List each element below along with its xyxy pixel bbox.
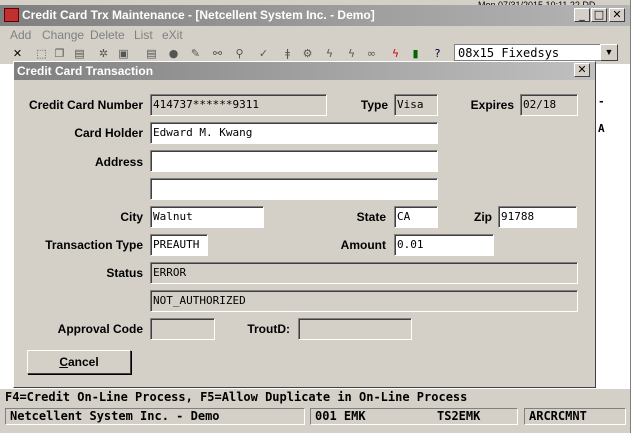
label-expires: Expires xyxy=(470,98,514,112)
user-icon[interactable]: ● xyxy=(166,46,181,61)
label-trout-id: TroutD: xyxy=(247,322,290,336)
binoculars-icon[interactable]: ⚯ xyxy=(210,46,225,61)
city-field[interactable]: Walnut xyxy=(150,206,264,228)
menu-list[interactable]: List xyxy=(134,28,153,42)
card-number-field[interactable]: 414737******9311 xyxy=(150,94,327,116)
label-city: City xyxy=(120,210,143,224)
trout-id-field[interactable] xyxy=(298,318,412,340)
copy-icon[interactable]: ❐ xyxy=(52,46,67,61)
select-icon[interactable]: ⬚ xyxy=(34,46,49,61)
window-title: Credit Card Trx Maintenance - [Netcellen… xyxy=(22,8,375,22)
label-transaction-type: Transaction Type xyxy=(45,238,143,252)
label-approval-code: Approval Code xyxy=(57,322,143,336)
approval-code-field[interactable] xyxy=(150,318,215,340)
dialog-titlebar[interactable]: Credit Card Transaction xyxy=(14,62,595,80)
cancel-mnemonic: C xyxy=(59,355,68,369)
background-text-2: A xyxy=(598,122,605,135)
minimize-icon[interactable]: _ xyxy=(574,8,590,22)
address-line1-field[interactable] xyxy=(150,150,438,172)
chevron-down-icon[interactable]: ▼ xyxy=(600,44,618,61)
address-line2-field[interactable] xyxy=(150,178,438,200)
paste-icon[interactable]: ▤ xyxy=(72,46,87,61)
state-field[interactable]: CA xyxy=(394,206,438,228)
amount-field[interactable]: 0.01 xyxy=(394,234,494,256)
status-user-id: 001 EMK xyxy=(315,409,366,423)
run-icon[interactable]: ✓ xyxy=(256,46,271,61)
gear-icon[interactable]: ⚙ xyxy=(300,46,315,61)
dialog-close-icon[interactable]: ✕ xyxy=(574,63,590,77)
pencil-icon[interactable]: ✎ xyxy=(188,46,203,61)
function-key-hint: F4=Credit On-Line Process, F5=Allow Dupl… xyxy=(0,389,630,405)
book-icon[interactable]: ▮ xyxy=(408,46,423,61)
label-card-holder: Card Holder xyxy=(74,126,143,140)
label-address: Address xyxy=(94,155,143,169)
label-state: State xyxy=(356,210,386,224)
card-holder-field[interactable]: Edward M. Kwang xyxy=(150,122,438,144)
label-type: Type xyxy=(360,98,388,112)
cut-icon[interactable]: ✕ xyxy=(10,46,25,61)
help-icon[interactable]: ? xyxy=(430,46,445,61)
stop-icon[interactable]: ϟ xyxy=(388,46,403,61)
status-company: Netcellent System Inc. - Demo xyxy=(5,408,305,425)
status-terminal: TS2EMK xyxy=(437,409,481,423)
font-select[interactable]: 08x15 Fixedsys xyxy=(454,44,606,61)
close-icon[interactable]: ✕ xyxy=(609,8,625,22)
card-type-field[interactable]: Visa xyxy=(394,94,438,116)
status-program: ARCRCMNT xyxy=(524,408,626,425)
status-user: 001 EMK TS2EMK xyxy=(310,408,518,425)
label-card-number: Credit Card Number xyxy=(28,98,143,112)
document-icon[interactable]: ▤ xyxy=(144,46,159,61)
magnifier-icon[interactable]: ⚲ xyxy=(232,46,247,61)
window-titlebar[interactable]: Credit Card Trx Maintenance - [Netcellen… xyxy=(0,5,630,26)
menu-delete[interactable]: Delete xyxy=(90,28,125,42)
flash-icon[interactable]: ϟ xyxy=(344,46,359,61)
calculator-icon[interactable]: ǂ xyxy=(280,46,295,61)
status-bar: Netcellent System Inc. - Demo 001 EMK TS… xyxy=(0,405,630,427)
settings-icon[interactable]: ✲ xyxy=(96,46,111,61)
link-icon[interactable]: ∞ xyxy=(364,46,379,61)
expires-field[interactable]: 02/18 xyxy=(520,94,578,116)
label-zip: Zip xyxy=(474,210,492,224)
window-icon[interactable]: ▣ xyxy=(116,46,131,61)
status-line2-field: NOT_AUTHORIZED xyxy=(150,290,578,312)
dialog-title: Credit Card Transaction xyxy=(17,64,154,78)
menu-add[interactable]: Add xyxy=(10,28,31,42)
menu-change[interactable]: Change xyxy=(42,28,84,42)
menu-exit[interactable]: eXit xyxy=(162,28,183,42)
lightning-icon[interactable]: ϟ xyxy=(322,46,337,61)
background-text-1: - xyxy=(598,95,605,108)
label-amount: Amount xyxy=(340,238,386,252)
app-icon xyxy=(4,8,19,22)
menubar: Add Change Delete List eXit xyxy=(0,26,630,43)
transaction-type-field[interactable]: PREAUTH xyxy=(150,234,208,256)
cancel-label: ancel xyxy=(67,355,99,369)
maximize-icon[interactable]: □ xyxy=(591,8,607,22)
desktop-edge xyxy=(630,0,642,433)
cancel-button[interactable]: Cancel xyxy=(27,350,131,374)
status-line1-field: ERROR xyxy=(150,262,578,284)
label-status: Status xyxy=(106,266,143,280)
zip-field[interactable]: 91788 xyxy=(498,206,577,228)
